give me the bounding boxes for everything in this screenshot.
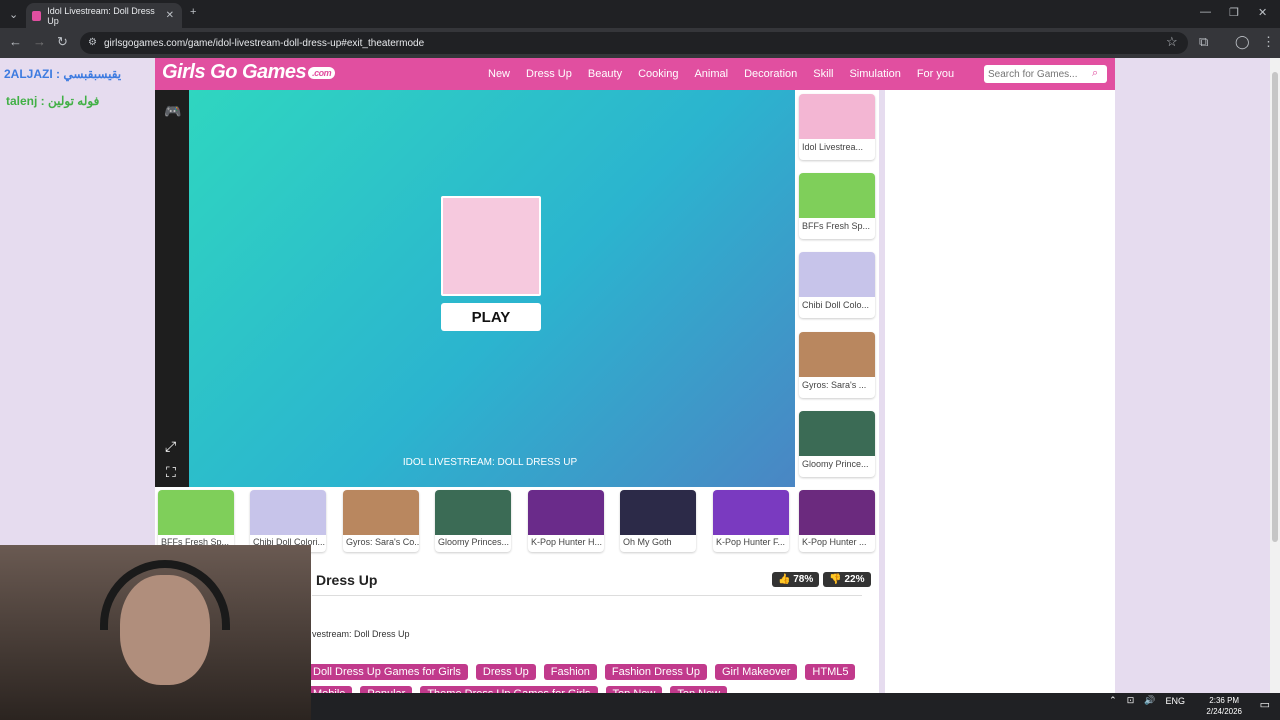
more-game-label: Gloomy Princes...	[438, 537, 510, 547]
search-icon[interactable]: ⌕	[1092, 67, 1098, 80]
maximize-icon[interactable]: ❐	[1229, 6, 1239, 19]
gamepad-icon[interactable]: 🎮	[164, 103, 181, 120]
forward-icon[interactable]: →	[33, 34, 46, 49]
more-game-card[interactable]: Gloomy Princes...	[435, 490, 511, 552]
tag-link[interactable]: Fashion	[543, 664, 597, 680]
more-game-card[interactable]: K-Pop Hunter F...	[713, 490, 789, 552]
more-game-label: Oh My Goth	[623, 537, 672, 547]
more-game-thumb	[435, 490, 511, 535]
related-game-card[interactable]: Gyros: Sara's ...	[799, 332, 875, 398]
profile-icon[interactable]: ◯	[1235, 34, 1250, 50]
tag-link[interactable]: Fashion Dress Up	[604, 664, 707, 680]
window-close-icon[interactable]: ✕	[1258, 6, 1267, 19]
tab-close-icon[interactable]: ✕	[166, 10, 174, 21]
more-game-card[interactable]: Chibi Doll Colori...	[250, 490, 326, 552]
more-game-card[interactable]: BFFs Fresh Sp...	[158, 490, 234, 552]
breadcrumb: vestream: Doll Dress Up	[312, 629, 410, 639]
more-game-thumb	[799, 490, 875, 535]
more-game-card[interactable]: Oh My Goth	[620, 490, 696, 552]
more-game-label: K-Pop Hunter F...	[716, 537, 786, 547]
minimize-icon[interactable]: —	[1200, 6, 1211, 18]
address-bar[interactable]: girlsgogames.com/game/idol-livestream-do…	[80, 32, 1188, 54]
more-game-thumb	[250, 490, 326, 535]
related-game-thumb	[799, 94, 875, 139]
ad-panel	[885, 90, 1115, 693]
more-game-card[interactable]: Gyros: Sara's Co...	[343, 490, 419, 552]
nav-dress-up[interactable]: Dress Up	[518, 68, 580, 80]
game-cover-image	[441, 196, 541, 296]
tag-link[interactable]: HTML5	[805, 664, 856, 680]
nav-decoration[interactable]: Decoration	[736, 68, 805, 80]
tag-link[interactable]: Girl Makeover	[714, 664, 798, 680]
chat-overlay-line: talenj : فوله تولين	[6, 94, 100, 108]
chat-overlay-line: 2ALJAZI : يقيسبقبسي	[4, 67, 122, 81]
related-game-card[interactable]: Chibi Doll Colo...	[799, 252, 875, 318]
tab-title: Idol Livestream: Doll Dress Up	[47, 5, 155, 26]
play-button[interactable]: PLAY	[441, 303, 541, 331]
nav-simulation[interactable]: Simulation	[841, 68, 908, 80]
system-tray: ⌃ ⊡ 🔊 ENG	[1109, 695, 1185, 706]
related-game-label: Gloomy Prince...	[802, 459, 869, 469]
related-game-thumb	[799, 411, 875, 456]
related-game-label: Gyros: Sara's ...	[802, 380, 867, 390]
site-info-icon[interactable]: ⚙	[88, 37, 97, 48]
more-game-label: K-Pop Hunter H...	[531, 537, 603, 547]
related-game-card[interactable]: Gloomy Prince...	[799, 411, 875, 477]
related-game-card[interactable]: BFFs Fresh Sp...	[799, 173, 875, 239]
scrollbar-thumb[interactable]	[1272, 72, 1278, 542]
browser-tab[interactable]: Idol Livestream: Doll Dress Up ✕	[26, 3, 182, 28]
more-game-thumb	[343, 490, 419, 535]
nav-skill[interactable]: Skill	[805, 68, 841, 80]
browser-menu-icon[interactable]: ⋮	[1262, 34, 1275, 50]
expand-icon[interactable]: ⤢	[165, 438, 176, 455]
volume-icon[interactable]: 🔊	[1144, 695, 1155, 706]
divider	[312, 595, 862, 596]
related-game-thumb	[799, 173, 875, 218]
tag-link[interactable]: Doll Dress Up Games for Girls	[306, 664, 468, 680]
related-game-thumb	[799, 332, 875, 377]
network-icon[interactable]: ⊡	[1127, 695, 1135, 706]
related-game-label: Chibi Doll Colo...	[802, 300, 870, 310]
like-button[interactable]: 👍 78%	[772, 572, 820, 587]
site-logo[interactable]: Girls Go Games .com	[162, 61, 336, 84]
related-game-label: Idol Livestrea...	[802, 142, 864, 152]
bookmark-star-icon[interactable]: ☆	[1166, 34, 1178, 50]
tab-search-icon[interactable]: ⌄	[9, 8, 18, 21]
tray-chevron-icon[interactable]: ⌃	[1109, 695, 1117, 706]
more-game-thumb	[158, 490, 234, 535]
reload-icon[interactable]: ↻	[57, 34, 68, 50]
nav-new[interactable]: New	[480, 68, 518, 80]
language-indicator[interactable]: ENG	[1165, 696, 1185, 706]
notification-icon[interactable]: ▭	[1260, 698, 1270, 711]
nav-cooking[interactable]: Cooking	[630, 68, 686, 80]
more-game-thumb	[620, 490, 696, 535]
related-game-thumb	[799, 252, 875, 297]
related-game-card[interactable]: Idol Livestrea...	[799, 94, 875, 160]
more-game-card[interactable]: K-Pop Hunter H...	[528, 490, 604, 552]
info-title: Dress Up	[316, 572, 378, 588]
nav-beauty[interactable]: Beauty	[580, 68, 630, 80]
game-title: IDOL LIVESTREAM: DOLL DRESS UP	[402, 457, 578, 468]
related-game-label: BFFs Fresh Sp...	[802, 221, 871, 231]
nav-animal[interactable]: Animal	[686, 68, 736, 80]
game-sidebar	[155, 90, 189, 487]
more-game-thumb	[528, 490, 604, 535]
rating-box: 👍 78% 👎 22%	[772, 572, 871, 587]
site-favicon	[32, 10, 42, 21]
nav-for-you[interactable]: For you	[909, 68, 962, 80]
back-icon[interactable]: ←	[9, 34, 22, 49]
url-text: girlsgogames.com/game/idol-livestream-do…	[104, 37, 425, 49]
search-input[interactable]	[984, 65, 1107, 83]
extensions-icon[interactable]: ⧉	[1199, 34, 1208, 50]
fullscreen-icon[interactable]: ⛶	[166, 464, 176, 481]
more-game-label: K-Pop Hunter ...	[802, 537, 867, 547]
new-tab-icon[interactable]: +	[190, 6, 196, 18]
more-game-card[interactable]: K-Pop Hunter ...	[799, 490, 875, 552]
more-game-thumb	[713, 490, 789, 535]
clock[interactable]: 2:36 PM 2/24/2026	[1206, 695, 1242, 717]
main-nav: New Dress Up Beauty Cooking Animal Decor…	[480, 58, 962, 90]
more-game-label: Gyros: Sara's Co...	[346, 537, 419, 547]
tag-link[interactable]: Dress Up	[475, 664, 536, 680]
dislike-button[interactable]: 👎 22%	[823, 572, 871, 587]
